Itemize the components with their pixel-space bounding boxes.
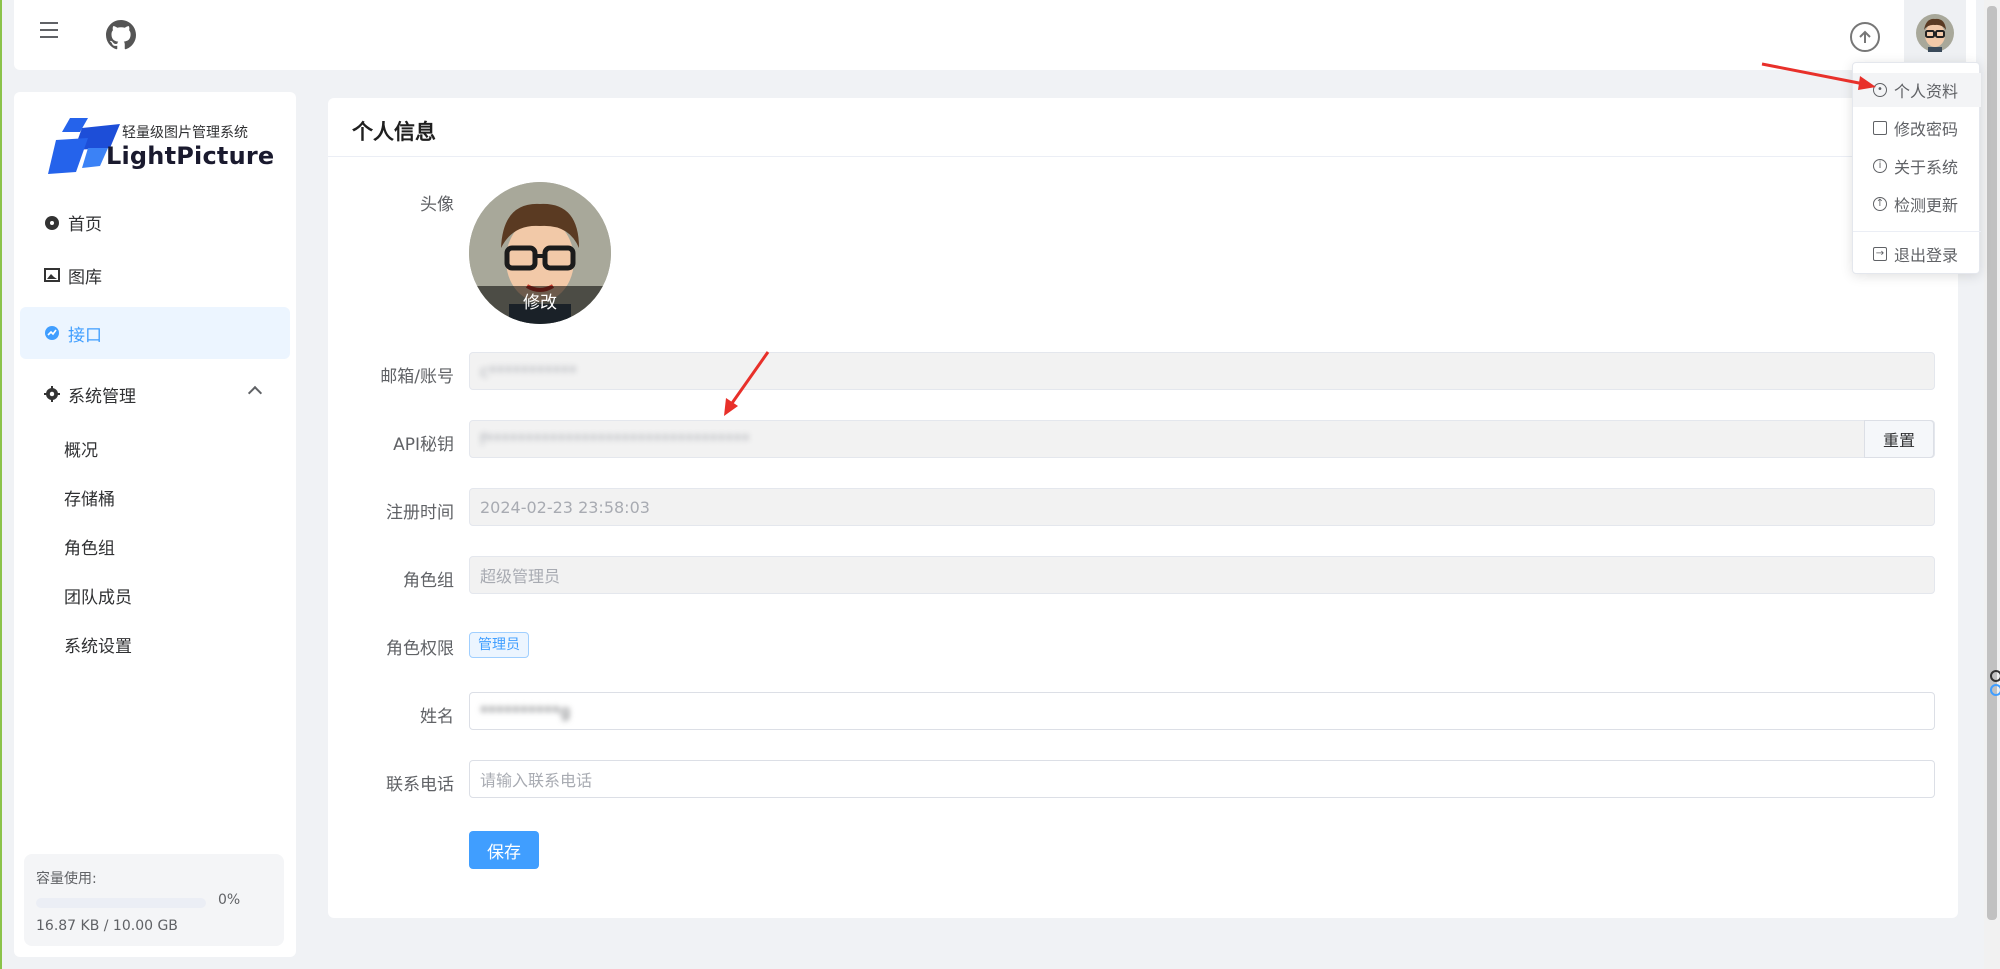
register-time-label: 注册时间 (386, 503, 454, 523)
logo-subtitle: 轻量级图片管理系统 (122, 125, 248, 141)
menu-item-label: 退出登录 (1894, 246, 1959, 265)
api-key-label: API秘钥 (393, 435, 454, 455)
sidebar-item-system-management[interactable]: 系统管理 (20, 368, 290, 420)
role-group-value: 超级管理员 (480, 567, 561, 586)
reset-api-key-button[interactable]: 重置 (1864, 420, 1934, 458)
sidebar-subitem-role-groups[interactable]: 角色组 (64, 534, 115, 564)
usage-label: 容量使用: (36, 871, 97, 887)
register-time-value: 2024-02-23 23:58:03 (480, 497, 650, 517)
avatar-edit-label[interactable]: 修改 (469, 286, 611, 324)
sidebar-item-home[interactable]: 首页 (20, 196, 290, 248)
logout-icon: → (1873, 247, 1887, 261)
app-logo[interactable]: 轻量级图片管理系统 LightPicture (48, 116, 274, 176)
avatar-label: 头像 (420, 195, 454, 215)
phone-label: 联系电话 (386, 775, 454, 795)
menu-item-change-password[interactable]: 修改密码 (1853, 111, 1981, 145)
usage-size: 16.87 KB / 10.00 GB (36, 918, 178, 934)
annotation-arrow-icon (724, 351, 770, 416)
menu-item-label: 关于系统 (1894, 158, 1959, 177)
scrollbar-thumb[interactable] (1987, 6, 1997, 920)
email-value: c*********** (480, 361, 577, 381)
name-input[interactable]: **********g (469, 692, 1935, 730)
menu-divider (1853, 231, 1981, 232)
window-edge (0, 0, 2, 969)
sidebar-item-label: 首页 (68, 214, 102, 235)
lock-icon (1873, 121, 1887, 135)
sidebar-item-label: 接口 (68, 325, 102, 346)
sidebar-item-label: 系统管理 (68, 386, 136, 407)
storage-usage-card: 容量使用: 0% 16.87 KB / 10.00 GB (24, 854, 284, 946)
name-label: 姓名 (420, 707, 454, 727)
upload-circle-icon[interactable] (1850, 22, 1880, 52)
role-permission-tag: 管理员 (469, 632, 529, 658)
sidebar-item-api[interactable]: 接口 (20, 307, 290, 359)
phone-placeholder: 请输入联系电话 (480, 771, 593, 790)
role-group-field: 超级管理员 (469, 556, 1935, 594)
hamburger-icon[interactable] (40, 22, 60, 42)
top-header (14, 0, 1976, 70)
profile-avatar[interactable]: 修改 (469, 182, 611, 324)
usage-progress-bar (36, 898, 206, 908)
usage-percent: 0% (218, 892, 241, 908)
dashboard-icon (45, 216, 59, 230)
sidebar-subitem-team-members[interactable]: 团队成员 (64, 583, 132, 613)
user-avatar-button[interactable] (1904, 0, 1966, 62)
user-avatar-icon (1916, 14, 1954, 52)
phone-input[interactable]: 请输入联系电话 (469, 760, 1935, 798)
register-time-field: 2024-02-23 23:58:03 (469, 488, 1935, 526)
profile-card: 个人信息 头像 修改 邮箱/账号 c*********** API秘钥 f***… (328, 98, 1958, 918)
menu-item-label: 修改密码 (1894, 120, 1959, 139)
annotation-arrow-icon (1761, 62, 1876, 90)
menu-item-check-update[interactable]: ↑ 检测更新 (1853, 187, 1981, 221)
vertical-scrollbar[interactable] (1984, 0, 2000, 969)
menu-item-label: 检测更新 (1894, 196, 1959, 215)
github-icon[interactable] (106, 20, 136, 50)
info-circle-icon: i (1873, 159, 1887, 173)
sidebar: 轻量级图片管理系统 LightPicture 首页 图库 接口 系统管理 概况 … (14, 92, 296, 957)
sidebar-subitem-buckets[interactable]: 存储桶 (64, 485, 115, 515)
gear-icon (44, 386, 60, 402)
role-group-label: 角色组 (403, 571, 454, 591)
chevron-up-icon (247, 385, 263, 401)
api-icon (45, 326, 59, 340)
page-title: 个人信息 (352, 120, 436, 144)
sidebar-subitem-overview[interactable]: 概况 (64, 436, 98, 466)
api-key-value: f********************************* (480, 429, 750, 449)
save-button[interactable]: 保存 (469, 831, 539, 869)
title-divider (328, 156, 1958, 157)
image-icon (44, 268, 60, 282)
menu-item-logout[interactable]: → 退出登录 (1853, 237, 1981, 271)
name-value: **********g (480, 701, 571, 721)
menu-item-about[interactable]: i 关于系统 (1853, 149, 1981, 183)
sidebar-item-gallery[interactable]: 图库 (20, 249, 290, 301)
sidebar-subitem-system-settings[interactable]: 系统设置 (64, 632, 132, 662)
sidebar-item-label: 图库 (68, 267, 102, 288)
upload-circle-icon: ↑ (1873, 197, 1887, 211)
email-field: c*********** (469, 352, 1935, 390)
api-key-field: f********************************* 重置 (469, 420, 1935, 458)
logo-name: LightPicture (106, 142, 275, 170)
extension-badge-icon[interactable] (1988, 668, 2000, 698)
email-label: 邮箱/账号 (380, 367, 454, 387)
menu-item-label: 个人资料 (1894, 82, 1959, 101)
role-permission-label: 角色权限 (386, 639, 454, 659)
